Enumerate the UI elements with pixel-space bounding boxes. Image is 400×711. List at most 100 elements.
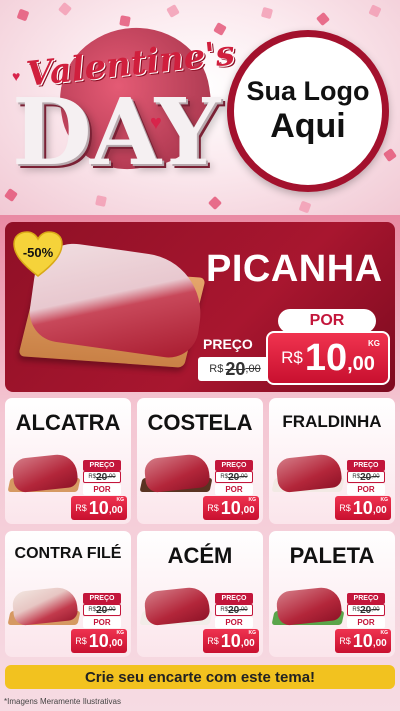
product-card: COSTELA PREÇO R$ 20,00 POR R$ 10,00 KG (137, 398, 263, 524)
new-price-dec: ,00 (108, 638, 123, 649)
preco-label: PREÇO (215, 460, 253, 471)
product-name: ALCATRA (15, 410, 121, 435)
new-price-int: 10 (352, 630, 373, 651)
confetti-decoration (95, 195, 107, 207)
confetti-decoration (4, 188, 18, 202)
confetti-decoration (119, 15, 131, 27)
unit-label: KG (368, 339, 380, 348)
new-price: R$ 10,00 KG (335, 629, 391, 653)
hero-por-label: POR (278, 309, 376, 333)
unit-label: KG (248, 497, 257, 503)
header-banner: ♥ ♥ Valentine's DAY Sua Logo Aqui (0, 0, 400, 215)
cta-banner[interactable]: Crie seu encarte com este tema! (5, 665, 395, 689)
preco-label: PREÇO (83, 593, 121, 604)
confetti-decoration (16, 8, 30, 22)
new-price: R$ 10,00 KG (335, 496, 391, 520)
new-price-int: 10 (220, 630, 241, 651)
product-card: FRALDINHA PREÇO R$ 20,00 POR R$ 10,00 KG (269, 398, 395, 524)
new-price-dec: ,00 (372, 638, 387, 649)
hero-new-price: R$ 10 ,00 KG (266, 331, 390, 385)
product-card: PALETA PREÇO R$ 20,00 POR R$ 10,00 KG (269, 531, 395, 657)
product-card: ALCATRA PREÇO R$ 20,00 POR R$ 10,00 KG (5, 398, 131, 524)
por-label: POR (215, 617, 253, 628)
preco-label: PREÇO (215, 593, 253, 604)
old-currency: R$ (352, 607, 361, 613)
old-price-dec: ,00 (239, 474, 248, 480)
new-currency: R$ (281, 348, 303, 367)
por-label: POR (83, 617, 121, 628)
por-label: POR (347, 484, 385, 495)
new-price: R$ 10,00 KG (71, 629, 127, 653)
new-price: R$ 10,00 KG (71, 496, 127, 520)
new-price-dec: ,00 (108, 505, 123, 516)
unit-label: KG (248, 630, 257, 636)
new-currency: R$ (75, 636, 87, 646)
unit-label: KG (116, 497, 125, 503)
product-image (275, 452, 343, 494)
title-main: DAY (12, 78, 220, 186)
old-currency: R$ (88, 474, 97, 480)
confetti-decoration (383, 148, 397, 162)
preco-label: PREÇO (347, 460, 385, 471)
product-name: ACÉM (167, 543, 233, 568)
flyer-page: ♥ ♥ Valentine's DAY Sua Logo Aqui -50% P… (0, 0, 400, 711)
product-image (275, 585, 343, 627)
old-currency: R$ (209, 363, 224, 375)
confetti-decoration (368, 4, 382, 18)
product-card: CONTRA FILÉ PREÇO R$ 20,00 POR R$ 10,00 KG (5, 531, 131, 657)
por-label: POR (83, 484, 121, 495)
old-price-int: 20 (228, 471, 240, 483)
new-price-int: 10 (304, 336, 348, 379)
preco-label: PREÇO (347, 593, 385, 604)
discount-badge: -50% (12, 230, 64, 278)
old-price: R$ 20,00 (215, 604, 253, 616)
old-price-int: 20 (225, 358, 246, 379)
product-name: COSTELA (147, 410, 253, 435)
old-currency: R$ (220, 474, 229, 480)
new-price-int: 10 (88, 497, 109, 518)
logo-text-line2: Aqui (270, 106, 346, 145)
new-price-dec: ,00 (240, 505, 255, 516)
new-currency: R$ (339, 636, 351, 646)
hero-preco-label: PREÇO (203, 336, 253, 352)
product-name: FRALDINHA (282, 412, 382, 431)
old-price-int: 20 (360, 471, 372, 483)
confetti-decoration (315, 11, 331, 27)
new-currency: R$ (75, 503, 87, 513)
product-card: ACÉM PREÇO R$ 20,00 POR R$ 10,00 KG (137, 531, 263, 657)
unit-label: KG (380, 630, 389, 636)
new-currency: R$ (207, 503, 219, 513)
old-price-dec: ,00 (107, 607, 116, 613)
por-label: POR (215, 484, 253, 495)
confetti-decoration (166, 4, 180, 18)
product-image (143, 452, 211, 494)
new-price: R$ 10,00 KG (203, 629, 259, 653)
new-price-int: 10 (88, 630, 109, 651)
old-price: R$ 20,00 (347, 471, 385, 483)
new-price-int: 10 (352, 497, 373, 518)
new-price-int: 10 (220, 497, 241, 518)
old-price-int: 20 (360, 604, 372, 616)
unit-label: KG (380, 497, 389, 503)
product-image (143, 585, 211, 627)
old-price-int: 20 (228, 604, 240, 616)
product-image (11, 585, 79, 627)
product-image (11, 452, 79, 494)
logo-placeholder: Sua Logo Aqui (227, 30, 389, 192)
old-price: R$ 20,00 (83, 471, 121, 483)
old-price: R$ 20,00 (215, 471, 253, 483)
confetti-decoration (260, 6, 274, 20)
old-price-dec: ,00 (371, 607, 380, 613)
confetti-decoration (207, 195, 223, 211)
disclaimer-text: *Imagens Meramente Ilustrativas (4, 697, 121, 706)
new-price-dec: ,00 (372, 505, 387, 516)
old-price-dec: ,00 (245, 363, 261, 375)
unit-label: KG (116, 630, 125, 636)
old-price: R$ 20,00 (347, 604, 385, 616)
old-price-dec: ,00 (107, 474, 116, 480)
old-price-dec: ,00 (371, 474, 380, 480)
hero-product-name: PICANHA (206, 248, 383, 290)
hero-old-price: R$ 20 ,00 (198, 357, 272, 381)
new-price-dec: ,00 (347, 352, 375, 375)
old-currency: R$ (220, 607, 229, 613)
